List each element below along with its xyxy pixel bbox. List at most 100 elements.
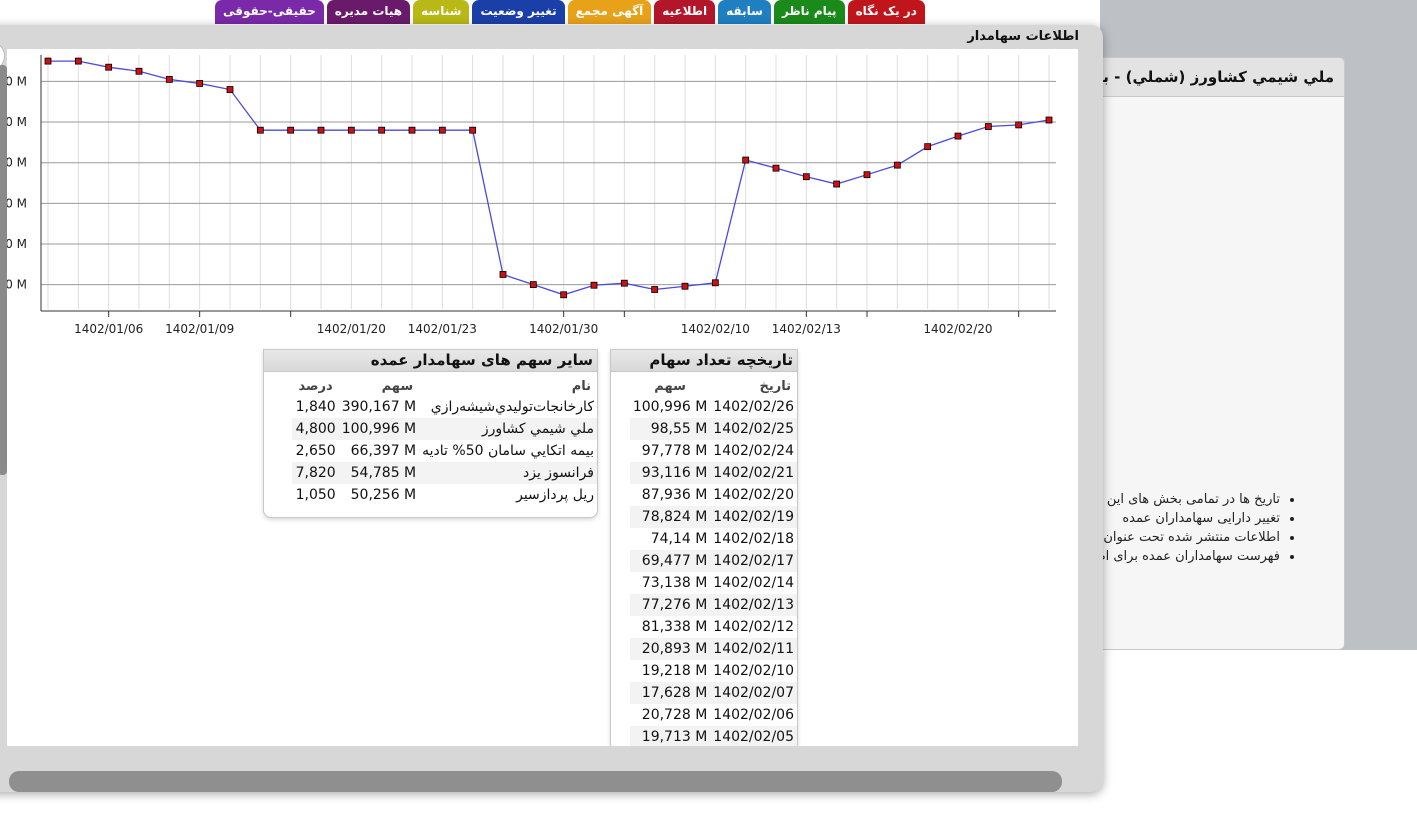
note-item: تغییر دارایی سهامداران عمده [1091, 509, 1280, 528]
data-point [924, 143, 932, 151]
table-row[interactable]: ملي شيمي كشاورز 100,996 M 4,800 [292, 418, 597, 440]
date-cell: 1402/02/21 [710, 462, 797, 484]
data-point [529, 281, 537, 289]
data-point [256, 126, 264, 134]
shares-cell: 390,167 M [341, 399, 417, 415]
shares-cell: 20,728 M [641, 707, 708, 723]
x-tick-label: 1402/01/20 [317, 322, 386, 336]
data-point [620, 279, 628, 287]
date-cell: 1402/02/14 [713, 575, 794, 591]
shares-cell: 19,713 M [629, 726, 711, 746]
shares-cell: 66,397 M [350, 443, 417, 459]
shares-cell: 100,996 M [632, 399, 708, 415]
y-tick-label: 20 M [7, 278, 27, 292]
data-point [469, 126, 477, 134]
shares-cell: 54,785 M [338, 462, 420, 484]
name-cell: ملي شيمي كشاورز [419, 418, 597, 440]
vertical-scrollbar[interactable] [0, 65, 7, 475]
data-point [833, 180, 841, 188]
data-point [74, 57, 82, 65]
data-point [165, 75, 173, 83]
history-table-body: 1402/02/26 100,996 M 1402/02/25 98,55 M 1402… [629, 396, 797, 746]
data-point [408, 126, 416, 134]
table-row[interactable]: بيمه اتكايي سامان 50% تاديه 66,397 M 2,650 [292, 440, 597, 462]
shares-cell: 87,936 M [641, 487, 708, 503]
notes-list: تاریخ ها در تمامی بخش های این صفحه بر اس… [1091, 490, 1336, 566]
data-point [1045, 116, 1053, 124]
table-row: 1402/02/07 17,628 M [629, 682, 797, 704]
tab-board[interactable]: هیات مدیره [326, 0, 411, 24]
name-cell: بيمه اتكايي سامان 50% تاديه [422, 443, 594, 459]
table-row: 1402/02/26 100,996 M [630, 396, 797, 418]
shares-cell: 78,824 M [629, 506, 711, 528]
date-cell: 1402/02/17 [710, 550, 797, 572]
data-point [317, 126, 325, 134]
tab-supervisor-message[interactable]: پیام ناظر [773, 0, 845, 24]
x-tick-label: 1402/02/10 [681, 322, 750, 336]
date-cell: 1402/02/19 [710, 506, 797, 528]
shares-cell: 73,138 M [641, 575, 708, 591]
data-point [1015, 121, 1023, 129]
x-tick-label: 1402/02/13 [772, 322, 841, 336]
shares-cell: 93,116 M [629, 462, 711, 484]
table-row: 1402/02/14 73,138 M [630, 572, 797, 594]
data-point [347, 126, 355, 134]
tab-overview[interactable]: در یک نگاه [847, 0, 925, 24]
data-point [135, 67, 143, 75]
date-cell: 1402/02/10 [713, 663, 794, 679]
x-tick-label: 1402/02/20 [923, 322, 992, 336]
background-panel-title: ملي شيمي كشاورز (شملي) - بازار سهام [1091, 58, 1344, 97]
table-row[interactable]: فرانسوز يزد 54,785 M 7,820 [292, 462, 597, 484]
table-row: 1402/02/13 77,276 M [629, 594, 797, 616]
shares-cell: 81,338 M [641, 619, 708, 635]
column-header-percent: درصد [298, 378, 333, 394]
tab-legal-person[interactable]: حقیقی-حقوقی [215, 0, 324, 24]
data-point [681, 282, 689, 290]
data-point [742, 156, 750, 164]
horizontal-scrollbar[interactable] [9, 771, 1062, 792]
note-item: فهرست سهامداران عمده برای اطلاع از مراجع… [1091, 547, 1280, 566]
other-holdings-body: كارخانجات‌توليدي‌شيشه‌رازي 390,167 M 1,840… [292, 396, 597, 506]
data-point [196, 80, 204, 87]
table-row: 1402/02/05 19,713 M [629, 726, 797, 746]
date-cell: 1402/02/18 [713, 531, 794, 547]
tab-meeting-notice[interactable]: آگهی مجمع [567, 0, 652, 24]
date-cell: 1402/02/26 [713, 399, 794, 415]
history-table-title: تاریخچه تعداد سهام [611, 350, 797, 372]
y-tick-label: 40 M [7, 237, 27, 251]
data-point [560, 291, 568, 299]
name-cell: ريل پردازسير [516, 487, 594, 503]
tab-history[interactable]: سابقه [718, 0, 771, 24]
table-row: 1402/02/06 20,728 M [630, 704, 797, 726]
data-point [378, 126, 386, 134]
shares-cell: 69,477 M [629, 550, 711, 572]
name-cell: كارخانجات‌توليدي‌شيشه‌رازي [430, 399, 594, 415]
y-tick-label: 80 M [7, 156, 27, 170]
background-info-panel: ملي شيمي كشاورز (شملي) - بازار سهام تاری… [1090, 57, 1345, 650]
x-tick-label: 1402/01/23 [408, 322, 477, 336]
x-tick-label: 1402/01/30 [529, 322, 598, 336]
shares-cell: 50,256 M [350, 487, 417, 503]
table-row: 1402/02/10 19,218 M [630, 660, 797, 682]
data-point [499, 271, 507, 278]
table-row[interactable]: كارخانجات‌توليدي‌شيشه‌رازي 390,167 M 1,840 [292, 396, 597, 418]
note-item: اطلاعات منتشر شده تحت عنوان سهامداران عم… [1091, 528, 1280, 547]
tab-identifier[interactable]: شناسه [413, 0, 470, 24]
table-row[interactable]: ريل پردازسير 50,256 M 1,050 [292, 484, 597, 506]
other-holdings-table: نام سهم درصد كارخانجات‌توليدي‌شيشه‌رازي 3… [292, 376, 597, 506]
table-row: 1402/02/17 69,477 M [629, 550, 797, 572]
table-row: 1402/02/12 81,338 M [630, 616, 797, 638]
data-point [863, 171, 871, 179]
tab-status-change[interactable]: تغییر وضعیت [472, 0, 565, 24]
table-row: 1402/02/21 93,116 M [629, 462, 797, 484]
date-cell: 1402/02/07 [710, 682, 797, 704]
column-header-name: نام [571, 378, 591, 394]
name-cell: فرانسوز يزد [419, 462, 597, 484]
shares-cell: 19,218 M [641, 663, 708, 679]
date-cell: 1402/02/24 [713, 443, 794, 459]
tab-announcement[interactable]: اطلاعیه [654, 0, 716, 24]
date-cell: 1402/02/11 [710, 638, 797, 660]
tab-bar: حقیقی-حقوقی هیات مدیره شناسه تغییر وضعیت… [212, 0, 925, 24]
percent-cell: 2,650 [295, 443, 336, 459]
table-row: 1402/02/11 20,893 M [629, 638, 797, 660]
